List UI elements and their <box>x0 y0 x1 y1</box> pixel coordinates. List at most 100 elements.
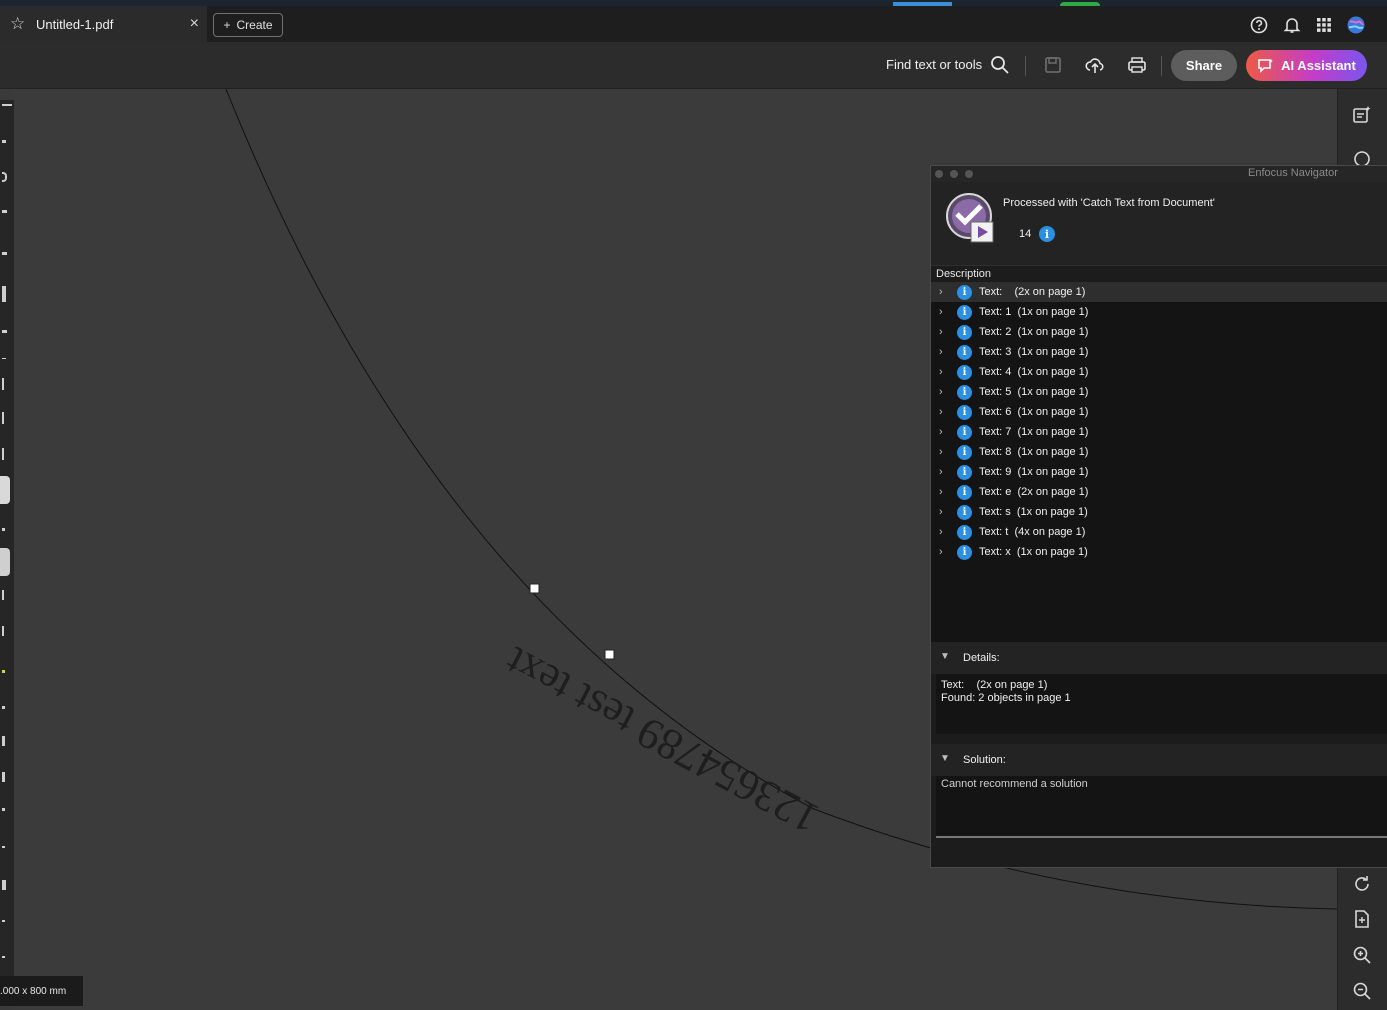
solution-text: Cannot recommend a solution <box>936 776 1387 838</box>
list-item[interactable]: › i Text: 9 (1x on page 1) <box>931 462 1387 482</box>
list-item[interactable]: › i Text: 4 (1x on page 1) <box>931 362 1387 382</box>
tool-icon[interactable] <box>2 772 5 782</box>
list-item[interactable]: › i Text: 8 (1x on page 1) <box>931 442 1387 462</box>
chevron-right-icon[interactable]: › <box>939 346 953 358</box>
list-item-label: Text: 2 (1x on page 1) <box>979 326 1089 338</box>
tool-icon[interactable] <box>2 956 5 958</box>
solution-header[interactable]: ▼ Solution: <box>931 744 1387 776</box>
tool-icon[interactable] <box>2 706 5 709</box>
tool-highlight[interactable] <box>0 548 10 576</box>
search-icon[interactable] <box>990 55 1010 75</box>
zoom-in-icon[interactable] <box>1352 945 1372 965</box>
tool-icon[interactable] <box>2 378 4 390</box>
ai-assistant-button[interactable]: AI Assistant <box>1246 50 1367 81</box>
chevron-right-icon[interactable]: › <box>939 286 953 298</box>
tab-document[interactable]: ☆ Untitled-1.pdf × <box>0 6 207 42</box>
list-item[interactable]: › i Text: t (4x on page 1) <box>931 522 1387 542</box>
list-item[interactable]: › i Text: s (1x on page 1) <box>931 502 1387 522</box>
tool-icon[interactable] <box>2 330 7 333</box>
share-button[interactable]: Share <box>1171 50 1237 81</box>
curved-text[interactable]: 123654789 test text <box>497 637 826 843</box>
tool-icon[interactable] <box>2 626 4 636</box>
list-item-label: Text: 4 (1x on page 1) <box>979 366 1089 378</box>
tool-icon[interactable] <box>2 172 7 182</box>
chevron-right-icon[interactable]: › <box>939 526 953 538</box>
list-item[interactable]: › i Text: (2x on page 1) <box>931 282 1387 302</box>
enfocus-navigator-panel: Enfocus Navigator Processed with 'Catch … <box>930 165 1387 868</box>
bell-icon[interactable] <box>1283 16 1301 34</box>
tool-icon[interactable] <box>2 808 5 811</box>
window-minimize-dot[interactable] <box>950 170 958 178</box>
window-zoom-dot[interactable] <box>965 170 973 178</box>
create-button[interactable]: + Create <box>213 13 283 37</box>
info-icon: i <box>957 444 972 460</box>
help-icon[interactable] <box>1250 16 1268 34</box>
chevron-right-icon[interactable]: › <box>939 446 953 458</box>
page-setup-icon[interactable] <box>1352 909 1372 929</box>
ai-assistant-label: AI Assistant <box>1281 58 1356 73</box>
selection-handle[interactable] <box>529 583 540 594</box>
tool-icon[interactable] <box>2 252 7 255</box>
list-item-label: Text: 3 (1x on page 1) <box>979 346 1089 358</box>
list-item-label: Text: 6 (1x on page 1) <box>979 406 1089 418</box>
results-list: › i Text: (2x on page 1) › i Text: 1 (1x on p… <box>931 282 1387 642</box>
comment-panel-icon[interactable] <box>1352 105 1372 125</box>
list-item[interactable]: › i Text: 1 (1x on page 1) <box>931 302 1387 322</box>
chevron-right-icon[interactable]: › <box>939 306 953 318</box>
print-icon[interactable] <box>1127 55 1147 75</box>
list-item[interactable]: › i Text: 3 (1x on page 1) <box>931 342 1387 362</box>
list-item-label: Text: (2x on page 1) <box>979 286 1086 298</box>
tool-icon[interactable] <box>2 528 5 531</box>
processed-text: Processed with 'Catch Text from Document… <box>1003 197 1215 209</box>
find-text-tools[interactable]: Find text or tools <box>886 57 982 72</box>
collapse-triangle-icon[interactable]: ▼ <box>940 651 950 662</box>
list-item[interactable]: › i Text: 6 (1x on page 1) <box>931 402 1387 422</box>
tool-icon[interactable] <box>2 590 4 600</box>
list-item[interactable]: › i Text: 7 (1x on page 1) <box>931 422 1387 442</box>
save-icon[interactable] <box>1043 55 1063 75</box>
zoom-out-icon[interactable] <box>1352 981 1372 1001</box>
chevron-right-icon[interactable]: › <box>939 466 953 478</box>
avatar-icon[interactable] <box>1347 16 1365 34</box>
window-close-dot[interactable] <box>935 170 943 178</box>
chevron-right-icon[interactable]: › <box>939 386 953 398</box>
tool-icon[interactable] <box>2 286 6 302</box>
selection-handle[interactable] <box>604 649 615 660</box>
info-icon[interactable]: i <box>1039 226 1055 242</box>
tool-icon[interactable] <box>2 140 6 143</box>
spacer <box>931 734 1387 744</box>
list-item-label: Text: 8 (1x on page 1) <box>979 446 1089 458</box>
cloud-upload-icon[interactable] <box>1085 55 1105 75</box>
close-tab-icon[interactable]: × <box>190 15 199 33</box>
list-item[interactable]: › i Text: 2 (1x on page 1) <box>931 322 1387 342</box>
collapse-triangle-icon[interactable]: ▼ <box>940 753 950 764</box>
chevron-right-icon[interactable]: › <box>939 406 953 418</box>
list-item[interactable]: › i Text: x (1x on page 1) <box>931 542 1387 562</box>
chevron-right-icon[interactable]: › <box>939 486 953 498</box>
tool-icon[interactable] <box>2 846 5 848</box>
chevron-right-icon[interactable]: › <box>939 506 953 518</box>
list-item[interactable]: › i Text: 5 (1x on page 1) <box>931 382 1387 402</box>
tool-icon[interactable] <box>2 104 12 106</box>
details-header[interactable]: ▼ Details: <box>931 642 1387 674</box>
tool-icon[interactable] <box>2 736 5 746</box>
info-icon: i <box>957 464 972 480</box>
tool-highlight[interactable] <box>0 476 10 504</box>
tool-icon[interactable] <box>2 920 5 922</box>
chevron-right-icon[interactable]: › <box>939 366 953 378</box>
rotate-icon[interactable] <box>1352 874 1372 894</box>
tool-icon[interactable] <box>2 880 6 890</box>
tool-icon[interactable] <box>2 670 5 673</box>
chevron-right-icon[interactable]: › <box>939 546 953 558</box>
star-icon[interactable]: ☆ <box>10 15 28 33</box>
pitstop-logo-icon <box>946 193 994 243</box>
apps-grid-icon[interactable] <box>1315 16 1333 34</box>
tool-icon[interactable] <box>2 448 4 460</box>
chevron-right-icon[interactable]: › <box>939 426 953 438</box>
tool-icon[interactable] <box>2 412 4 424</box>
list-item[interactable]: › i Text: e (2x on page 1) <box>931 482 1387 502</box>
tool-icon[interactable] <box>2 210 7 213</box>
info-icon: i <box>957 324 972 340</box>
navigator-titlebar[interactable]: Enfocus Navigator <box>931 166 1387 182</box>
chevron-right-icon[interactable]: › <box>939 326 953 338</box>
